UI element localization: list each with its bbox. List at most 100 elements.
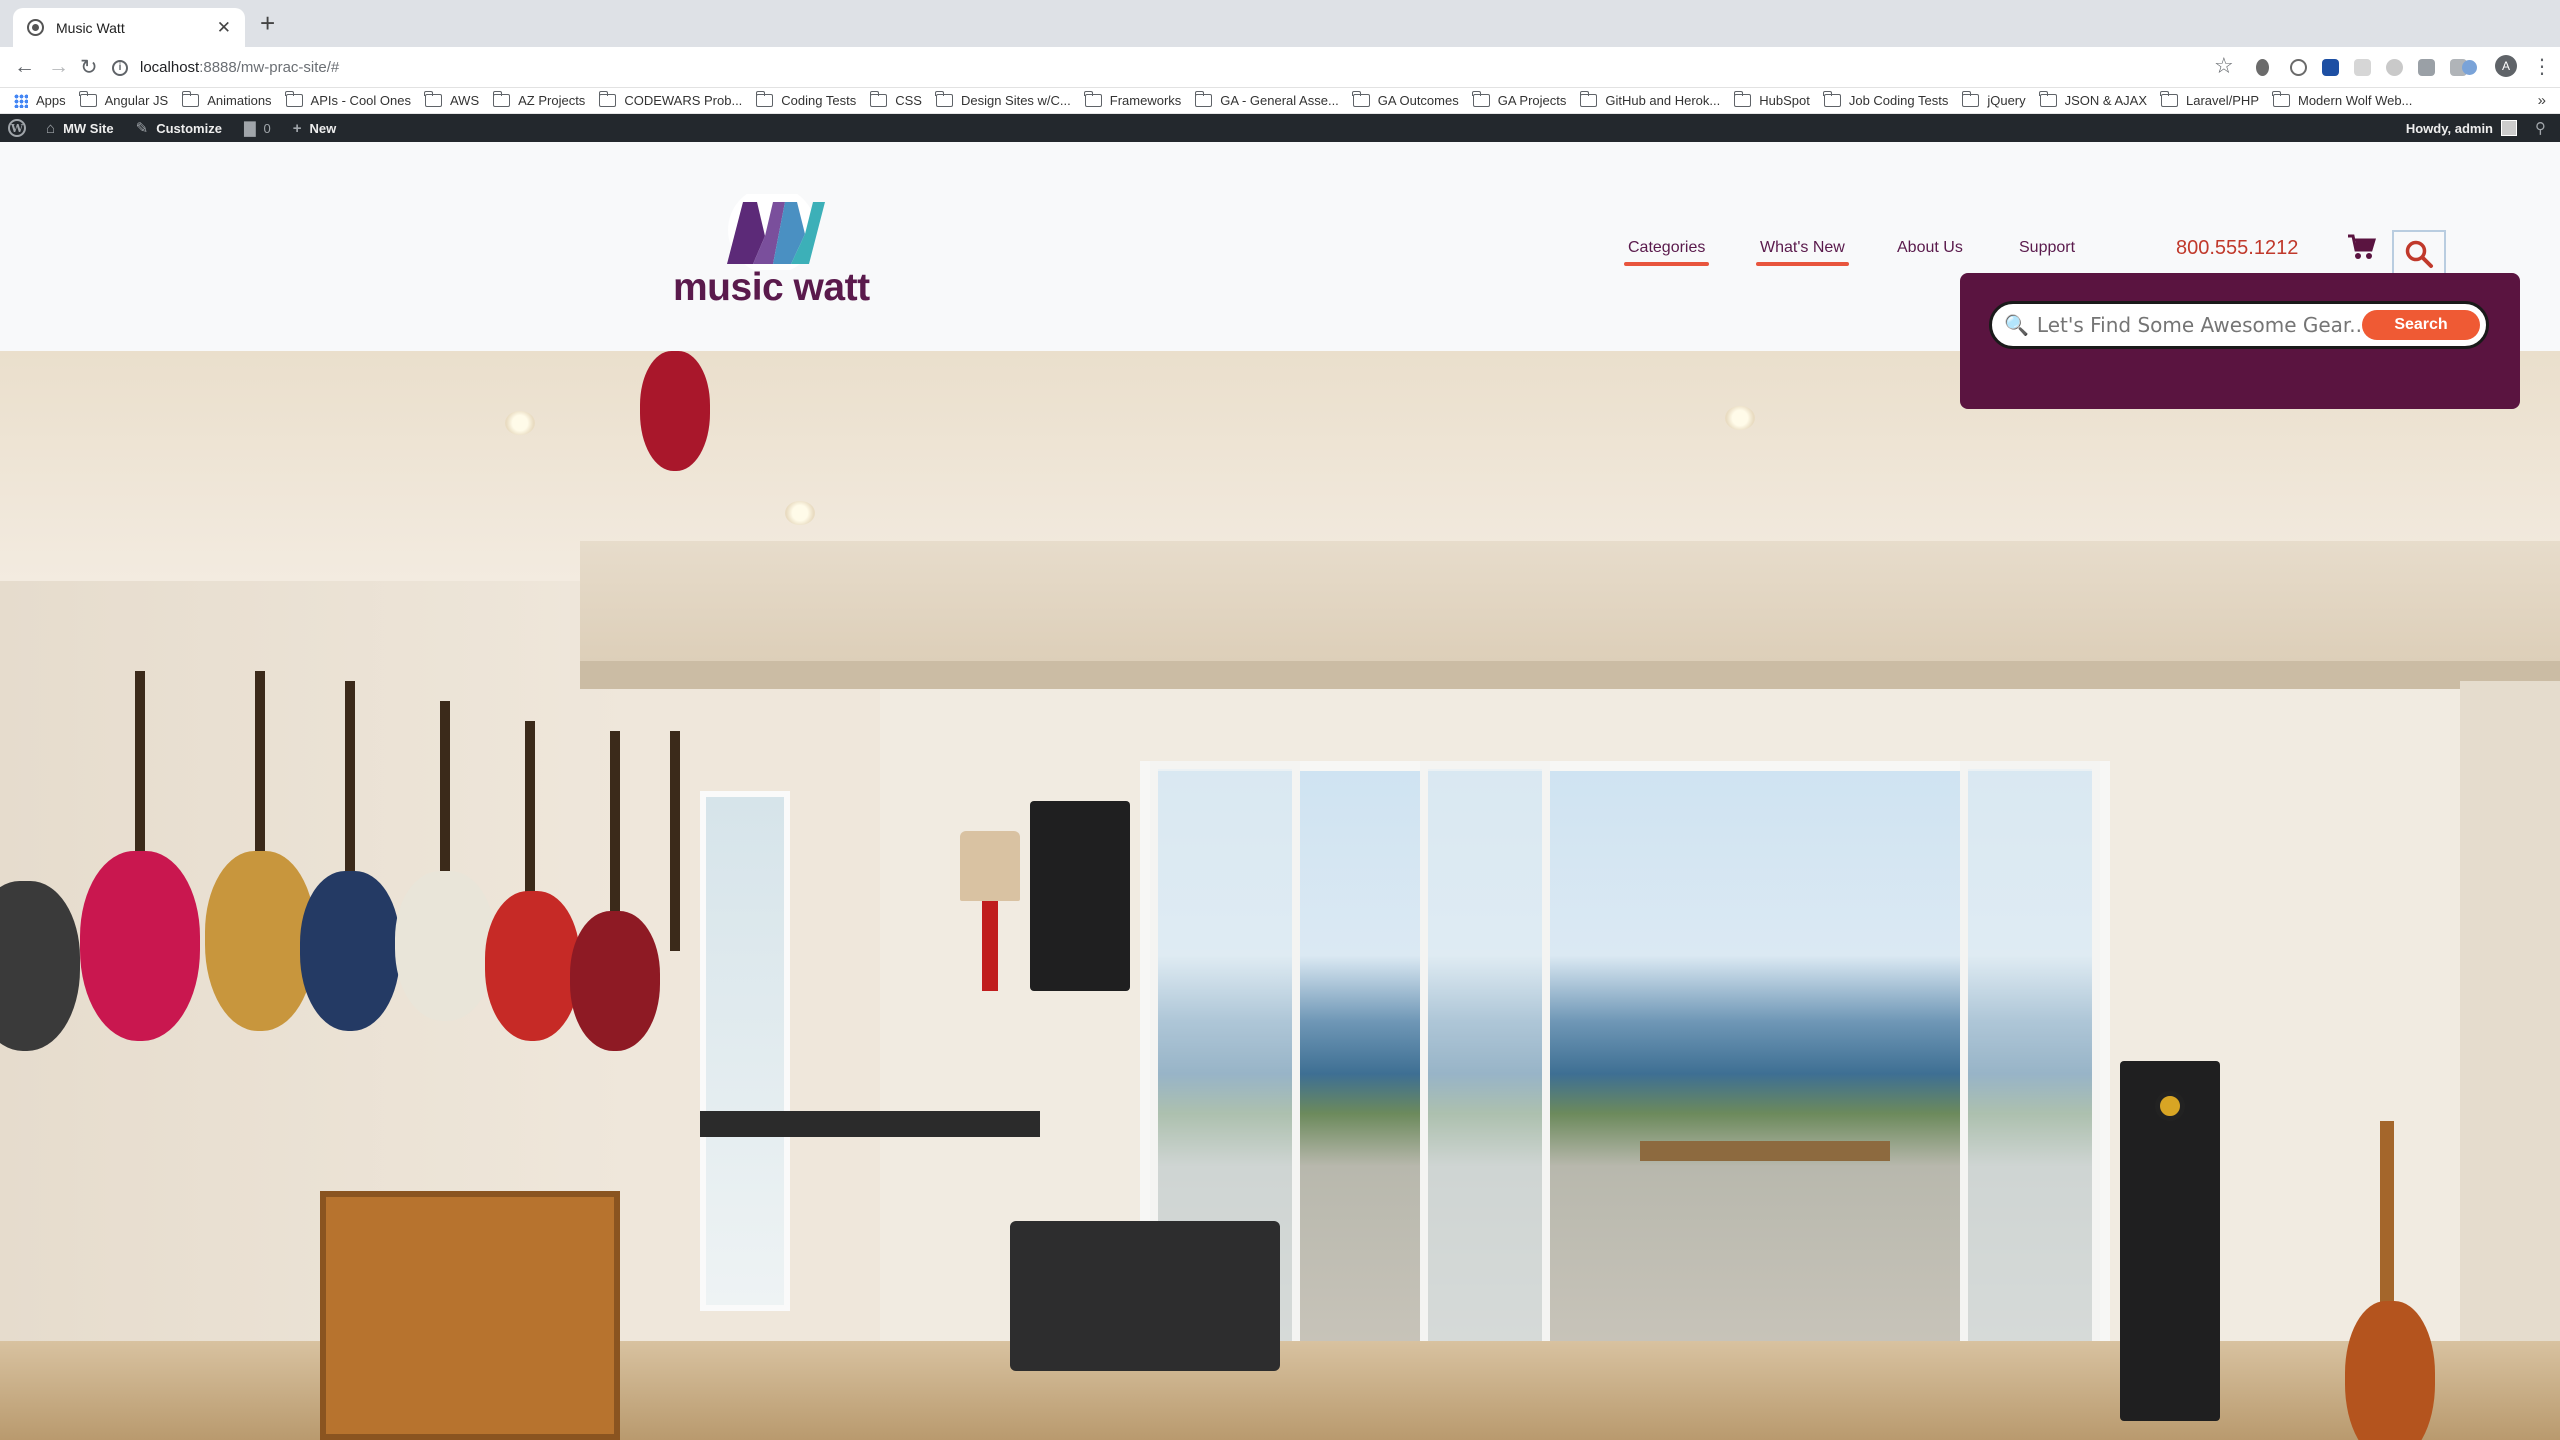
extension-globe-icon[interactable] (2462, 60, 2477, 75)
shopping-cart-icon[interactable] (2346, 232, 2376, 262)
back-icon[interactable]: ← (14, 55, 35, 79)
bookmark-label: GA Projects (1497, 93, 1567, 108)
bookmark-folder[interactable]: GA Outcomes (1352, 91, 1459, 108)
admin-avatar[interactable] (2501, 120, 2517, 136)
admin-account-link[interactable]: Howdy, admin (2406, 121, 2493, 136)
apps-grid-icon (14, 93, 28, 108)
new-tab-icon[interactable]: + (260, 10, 275, 36)
folder-icon (79, 91, 97, 107)
admin-site-link[interactable]: ⌂ MW Site (46, 120, 114, 137)
nav-categories[interactable]: Categories (1623, 239, 1710, 266)
brush-icon: ✎ (135, 120, 149, 137)
studio-speaker (2120, 1061, 2220, 1421)
bookmark-apps[interactable]: Apps (14, 93, 66, 108)
search-input[interactable] (2036, 313, 2362, 337)
reload-icon[interactable]: ↻ (80, 55, 98, 80)
search-icon (2405, 240, 2433, 268)
admin-customize-link[interactable]: ✎ Customize (136, 119, 222, 137)
dashboard-icon: ⌂ (46, 119, 56, 137)
bookmark-label: JSON & AJAX (2064, 93, 2148, 108)
admin-site-label: MW Site (63, 120, 114, 136)
folder-icon (1579, 91, 1598, 107)
bookmark-folder[interactable]: GA - General Asse... (1194, 91, 1339, 108)
extension-grid-icon[interactable] (2418, 59, 2435, 76)
search-dropdown: 🔍 Search (1960, 273, 2520, 409)
folder-icon (181, 91, 200, 107)
hero-bookshelf (320, 1191, 620, 1440)
folder-icon (1961, 91, 1980, 107)
extension-z-icon[interactable] (2322, 59, 2339, 76)
folder-icon (935, 91, 953, 107)
extension-square-icon[interactable] (2354, 59, 2371, 76)
bookmark-folder[interactable]: CODEWARS Prob... (598, 91, 743, 108)
nav-support[interactable]: Support (2019, 239, 2075, 257)
extension-gear-icon[interactable] (2386, 59, 2403, 76)
bookmark-label: AZ Projects (518, 93, 586, 108)
admin-new-link[interactable]: + New (293, 120, 337, 137)
admin-search-icon[interactable]: ⚲ (2535, 119, 2546, 137)
search-form: 🔍 Search (1989, 301, 2489, 349)
guitar-icon (2345, 1301, 2435, 1440)
bookmark-folder[interactable]: Job Coding Tests (1823, 91, 1948, 108)
bookmark-label: AWS (449, 93, 480, 108)
wordpress-logo-icon[interactable]: W (8, 119, 26, 137)
bookmark-label: APIs - Cool Ones (310, 93, 411, 108)
logo-wordmark: music watt (673, 266, 870, 309)
bookmark-folder[interactable]: GitHub and Herok... (1579, 91, 1720, 108)
address-bar[interactable]: i localhost:8888/mw-prac-site/# (112, 52, 2242, 83)
admin-customize-label: Customize (156, 120, 222, 136)
guitar-icon (640, 351, 710, 471)
extension-mic-icon[interactable] (2256, 59, 2269, 76)
bookmark-star-icon[interactable]: ☆ (2214, 53, 2234, 79)
search-submit-button[interactable]: Search (2362, 310, 2480, 340)
bookmarks-overflow-button[interactable]: » (2538, 92, 2546, 109)
folder-icon (755, 91, 774, 107)
folder-icon (1823, 91, 1841, 107)
forward-icon[interactable]: → (48, 55, 69, 79)
bookmark-folder[interactable]: CSS (869, 91, 922, 108)
bookmark-folder[interactable]: HubSpot (1733, 91, 1810, 108)
bookmark-folder[interactable]: APIs - Cool Ones (284, 91, 411, 108)
bookmark-label: Angular JS (104, 93, 169, 108)
bookmark-folder[interactable]: Design Sites w/C... (935, 91, 1071, 108)
bookmark-folder[interactable]: Modern Wolf Web... (2272, 91, 2412, 108)
bookmark-folder[interactable]: Laravel/PHP (2160, 91, 2259, 108)
url-host: localhost (140, 59, 200, 76)
guitar-icon (80, 851, 200, 1041)
extension-circle-icon[interactable] (2290, 59, 2307, 76)
phone-number-link[interactable]: 800.555.1212 (2176, 237, 2298, 260)
close-tab-icon[interactable]: ✕ (217, 18, 231, 38)
hero-beam-shadow (580, 661, 2560, 689)
bookmark-folder[interactable]: JSON & AJAX (2039, 91, 2148, 108)
guitar-icon (570, 911, 660, 1051)
nav-whats-new[interactable]: What's New (1756, 239, 1849, 266)
bookmark-folder[interactable]: Angular JS (79, 91, 169, 108)
bookmark-label: CSS (895, 93, 922, 108)
guitar-icon (395, 871, 495, 1021)
folder-icon (492, 91, 511, 107)
hero-glass-door (1960, 761, 2100, 1361)
folder-icon (2039, 91, 2057, 107)
ceiling-light-icon (505, 411, 535, 435)
bookmark-folder[interactable]: Coding Tests (755, 91, 856, 108)
profile-avatar[interactable]: A (2495, 55, 2517, 77)
nav-about-us[interactable]: About Us (1897, 239, 1963, 257)
browser-menu-icon[interactable]: ⋮ (2532, 54, 2552, 79)
bookmark-label: Frameworks (1109, 93, 1182, 108)
bookmark-folder[interactable]: jQuery (1961, 91, 2026, 108)
bookmark-folder[interactable]: Frameworks (1084, 91, 1182, 108)
wordpress-favicon-icon (27, 19, 44, 36)
bookmark-folder[interactable]: Animations (181, 91, 272, 108)
admin-comments-link[interactable]: ▇ 0 (244, 119, 271, 137)
bookmark-label: CODEWARS Prob... (624, 93, 743, 108)
plus-icon: + (292, 119, 302, 137)
bookmark-folder[interactable]: AZ Projects (492, 91, 586, 108)
search-toggle-button[interactable] (2392, 230, 2446, 276)
bookmark-folder[interactable]: GA Projects (1472, 91, 1567, 108)
site-info-icon[interactable]: i (112, 59, 128, 76)
guitar-icon (205, 851, 315, 1031)
bookmark-folder[interactable]: AWS (424, 91, 480, 108)
browser-toolbar: ← → ↻ i localhost:8888/mw-prac-site/# ☆ … (0, 47, 2560, 88)
browser-tab[interactable]: Music Watt ✕ (13, 8, 245, 47)
folder-icon (284, 91, 303, 107)
